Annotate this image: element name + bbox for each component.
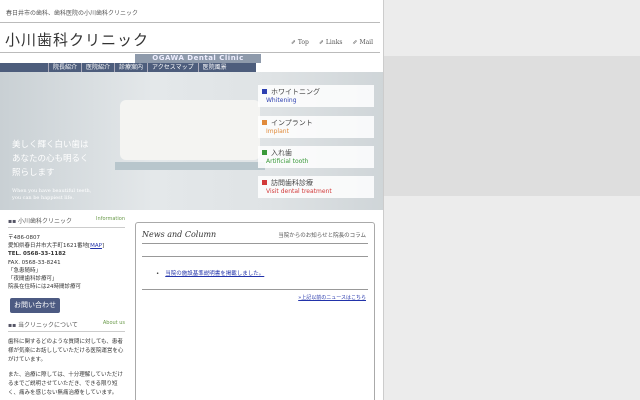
menu-label-en: Artificial tooth [266,158,309,165]
nav-gallery[interactable]: 医院風景 [197,63,231,72]
menu-label: インプラント [262,118,370,128]
about-text-2: また、治療に際しては、十分理解していただけるまでご説明させていただき、できる限り… [8,372,124,396]
info-title-en: Information [96,216,125,222]
address: 愛知県春日井市大手町1621番地 [8,243,88,250]
main-nav: 院長紹介 医院紹介 診療案内 アクセスマップ 医院風景 [0,63,256,72]
about-text-1: 歯科に関するどのような質問に対しても、患者様が気楽にお話ししていただける医院運営… [8,339,124,363]
menu-visit-treatment[interactable]: 訪問歯科診療 Visit dental treatment [258,176,374,198]
nav-director[interactable]: 院長紹介 [48,63,81,72]
page: 春日井市の歯科、歯科医院の小川歯科クリニック 小川歯科クリニック Top Lin… [0,0,384,400]
brand-banner: OGAWA Dental Clinic [135,54,261,63]
hero-slogan-en: When you have beautiful teeth, you can b… [12,188,92,201]
tel: TEL. 0568-33-1182 [8,251,66,258]
about-section: 当クリニックについて About us 歯科に関するどのような質問に対しても、患者… [8,320,125,398]
tagline: 春日井市の歯科、歯科医院の小川歯科クリニック [6,10,139,17]
menu-artificial-tooth[interactable]: 入れ歯 Artificial tooth [258,146,374,168]
nav-treatment[interactable]: 診療案内 [114,63,147,72]
divider [0,52,380,53]
clinic-address: 〒486-0807 愛知県春日井市大手町1621番地[MAP] TEL. 056… [8,235,105,291]
zip: 〒486-0807 [8,235,40,241]
menu-label-en: Visit dental treatment [266,188,332,195]
about-title-en: About us [102,320,125,326]
news-subtitle: 当院からのお知らせと院長のコラム [278,233,366,239]
menu-implant[interactable]: インプラント Implant [258,116,374,138]
divider [142,289,368,290]
news-item-link[interactable]: 当院の施設基準説明書を掲載しました。 [156,269,264,277]
map-link[interactable]: MAP [90,243,102,249]
top-links: Top Links Mail [291,39,373,46]
mail-link[interactable]: Mail [352,39,373,46]
news-title: News and Column [142,230,217,239]
table-image [115,162,265,170]
menu-label: 入れ歯 [262,148,370,158]
nav-clinic[interactable]: 医院紹介 [81,63,114,72]
hero-slogan: 美しく輝く白い歯は あなたの心も明るく 照らします [12,140,89,178]
fax: FAX. 0568-33-8241 [8,259,61,266]
info-title: 小川歯科クリニック [8,216,72,225]
contact-button[interactable]: お問い合わせ [10,298,60,313]
menu-whitening[interactable]: ホワイトニング Whitening [258,85,374,107]
hours-notes: 「急患随時」 「夜間歯科診療可」 院長在住時には24時間診療可 [8,267,81,291]
divider [142,243,368,244]
divider [0,22,380,23]
news-panel: News and Column 当院からのお知らせと院長のコラム 当院の施設基準… [135,222,375,400]
menu-label: 訪問歯科診療 [262,178,370,188]
top-link[interactable]: Top [291,39,309,46]
links-link[interactable]: Links [319,39,342,46]
divider [142,256,368,257]
menu-label-en: Whitening [266,97,297,104]
about-title: 当クリニックについて [8,320,78,329]
nav-access[interactable]: アクセスマップ [147,63,198,72]
news-more-link[interactable]: »上記以前のニュースはこちら [298,294,366,301]
site-logo[interactable]: 小川歯科クリニック [5,29,149,50]
background-band [384,56,640,196]
menu-label: ホワイトニング [262,87,370,97]
info-section: 小川歯科クリニック Information 〒486-0807 愛知県春日井市大手… [8,216,125,291]
sofa-image [120,100,260,160]
menu-label-en: Implant [266,128,289,135]
